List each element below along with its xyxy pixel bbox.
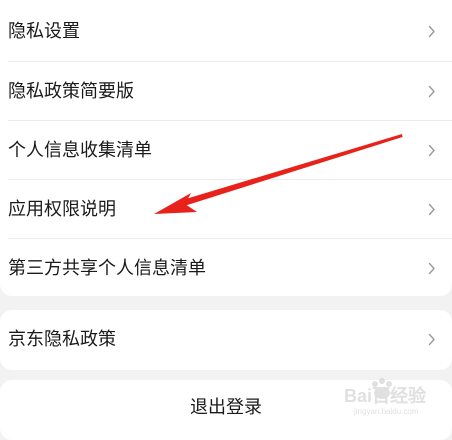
jd-privacy-policy-item[interactable]: 京东隐私政策 bbox=[0, 310, 452, 369]
chevron-right-icon bbox=[428, 310, 438, 369]
third-party-sharing-list-item[interactable]: 第三方共享个人信息清单 bbox=[0, 239, 452, 296]
third-party-sharing-list-label: 第三方共享个人信息清单 bbox=[8, 258, 206, 279]
jd-privacy-policy-label: 京东隐私政策 bbox=[8, 329, 116, 350]
chevron-right-icon bbox=[428, 180, 438, 239]
personal-info-collection-list-label: 个人信息收集清单 bbox=[8, 140, 152, 161]
chevron-right-icon bbox=[428, 239, 438, 296]
svg-text:jingyan.baidu.com: jingyan.baidu.com bbox=[353, 407, 419, 416]
privacy-policy-card: 京东隐私政策 bbox=[0, 310, 452, 370]
personal-info-collection-list-item[interactable]: 个人信息收集清单 bbox=[0, 121, 452, 180]
privacy-policy-summary-label: 隐私政策简要版 bbox=[8, 81, 134, 102]
app-permissions-label: 应用权限说明 bbox=[8, 199, 116, 220]
privacy-settings-card: 隐私设置 隐私政策简要版 个人信息收集清单 应用权限说明 第三方共享个人信息清单 bbox=[0, 0, 452, 296]
chevron-right-icon bbox=[428, 62, 438, 121]
chevron-right-icon bbox=[428, 2, 438, 61]
baidu-jingyan-watermark: Bai百经验 jingyan.baidu.com bbox=[344, 378, 427, 416]
chevron-right-icon bbox=[428, 121, 438, 180]
app-permissions-item[interactable]: 应用权限说明 bbox=[0, 180, 452, 239]
privacy-settings-label: 隐私设置 bbox=[8, 21, 80, 42]
svg-text:Bai百经验: Bai百经验 bbox=[344, 385, 427, 406]
privacy-settings-item[interactable]: 隐私设置 bbox=[0, 2, 452, 61]
privacy-policy-summary-item[interactable]: 隐私政策简要版 bbox=[0, 62, 452, 121]
